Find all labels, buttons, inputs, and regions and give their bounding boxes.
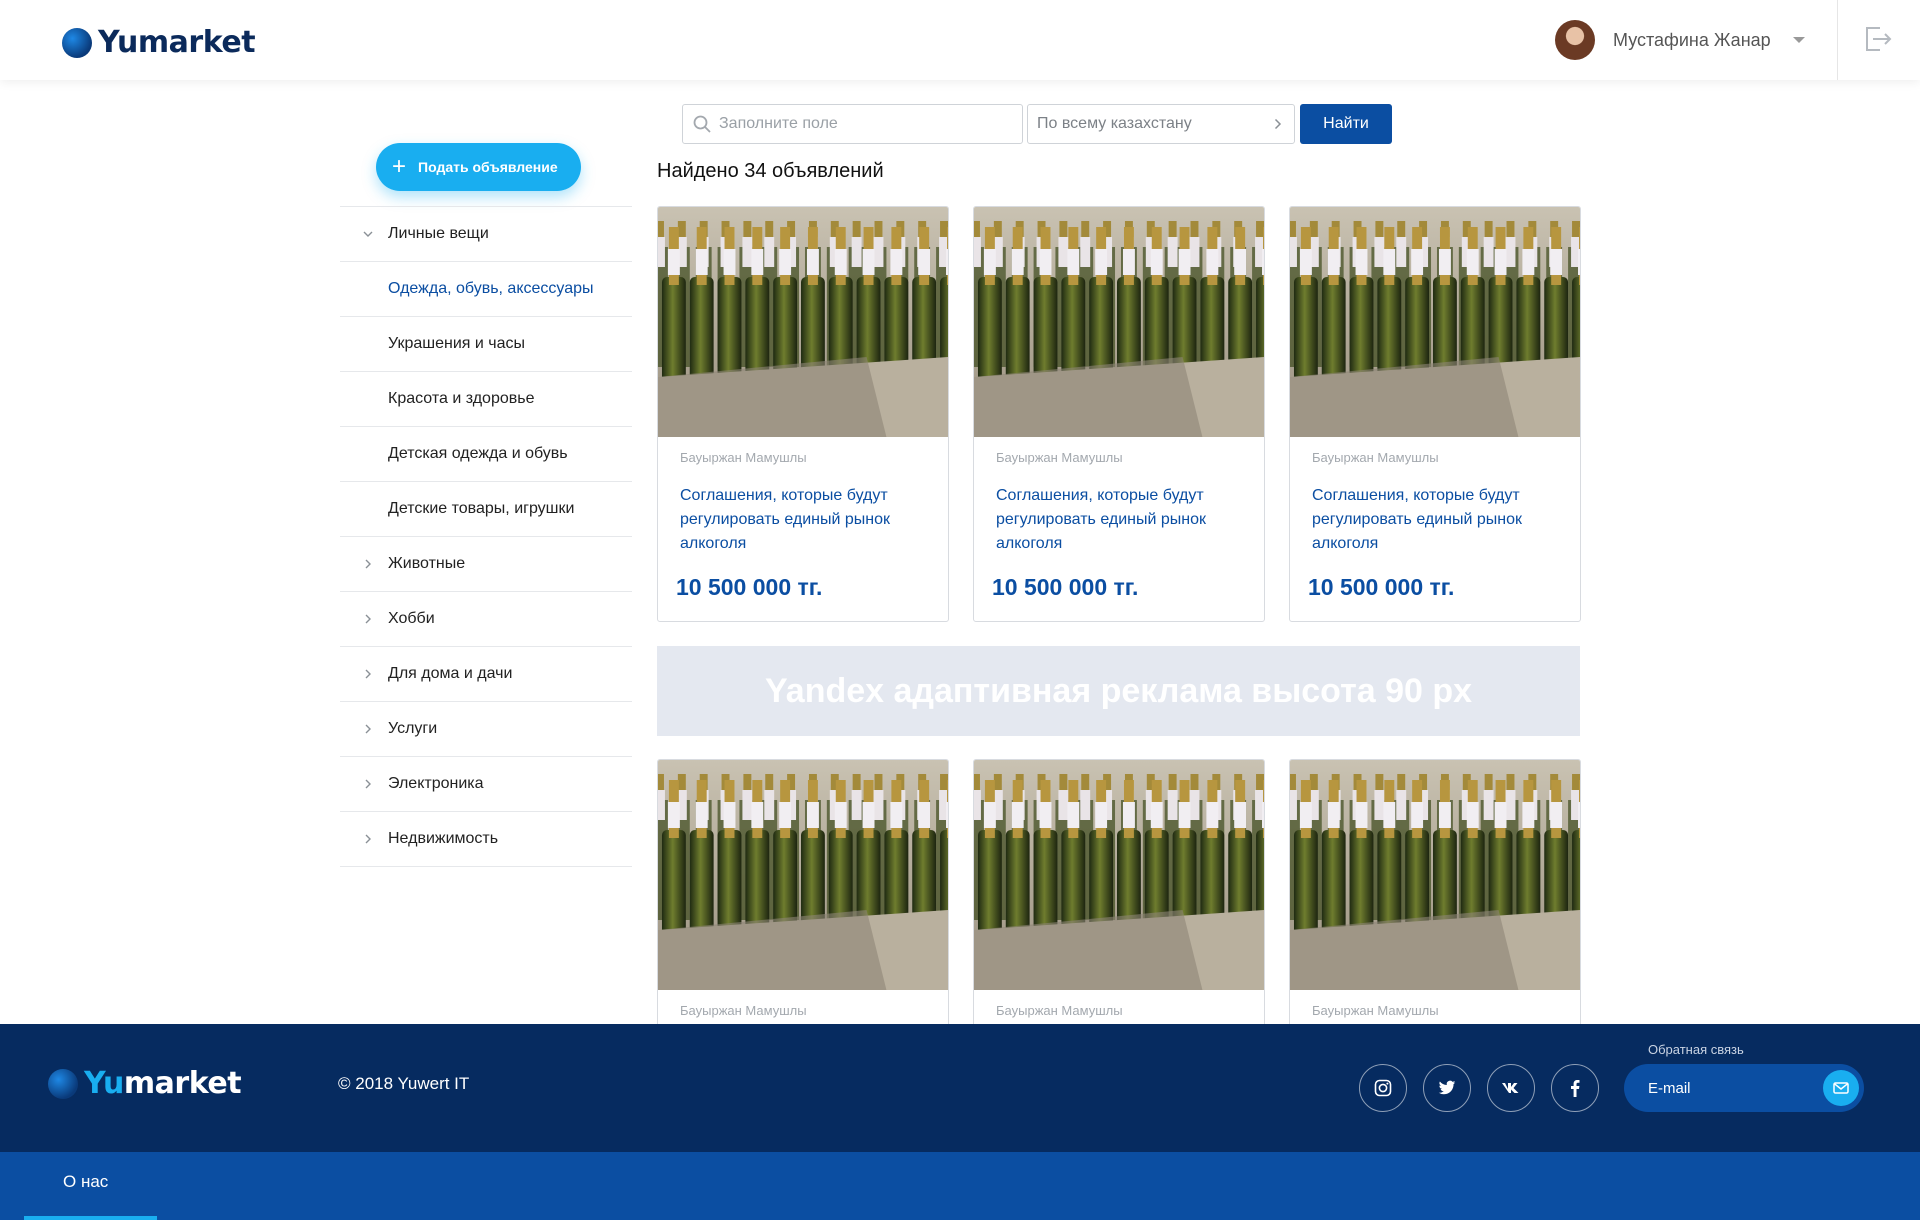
category-item[interactable]: Украшения и часы (340, 317, 632, 372)
email-placeholder: E-mail (1648, 1079, 1691, 1097)
avatar[interactable] (1555, 20, 1595, 60)
listing-seller: Бауыржан Мамушлы (1312, 1003, 1439, 1018)
category-list: Личные вещи Одежда, обувь, аксессуары Укра… (340, 206, 632, 867)
user-name[interactable]: Мустафина Жанар (1613, 30, 1771, 51)
chevron-right-icon (365, 614, 371, 624)
chevron-right-icon (1274, 118, 1282, 130)
listing-price: 10 500 000 тг. (1308, 574, 1455, 600)
send-email-button[interactable] (1823, 1070, 1859, 1106)
header-divider (1837, 0, 1838, 80)
add-listing-button[interactable]: + Подать объявление (376, 143, 581, 191)
listing-price: 10 500 000 тг. (676, 574, 823, 600)
category-item[interactable]: Услуги (340, 702, 632, 757)
logo-mark-icon (62, 27, 92, 58)
category-item[interactable]: Детские товары, игрушки (340, 482, 632, 537)
vk-button[interactable] (1487, 1064, 1535, 1112)
category-label: Хобби (388, 610, 435, 627)
footer: Yumarket © 2018 Yuwert IT Обратная связь… (0, 1024, 1920, 1152)
add-listing-label: Подать объявление (418, 159, 558, 175)
caret-down-icon[interactable] (1792, 37, 1805, 43)
category-label: Животные (388, 555, 466, 572)
plus-icon: + (392, 153, 407, 180)
twitter-icon (1438, 1080, 1456, 1095)
ad-banner[interactable]: Yandex адаптивная реклама высота 90 px (657, 646, 1580, 736)
region-select[interactable]: По всему казахстану (1027, 104, 1295, 144)
category-item[interactable]: Недвижимость (340, 812, 632, 867)
active-nav-indicator (24, 1216, 157, 1220)
category-item[interactable]: Красота и здоровье (340, 372, 632, 427)
top-header: Yumarket Мустафина Жанар (0, 0, 1920, 80)
category-label: Электроника (388, 775, 484, 792)
listing-title[interactable]: Соглашения, которые будут регулировать е… (1312, 484, 1557, 556)
listing-seller: Бауыржан Мамушлы (680, 450, 807, 465)
feedback-label: Обратная связь (1648, 1042, 1744, 1057)
listing-image[interactable] (658, 760, 948, 990)
nav-about-link[interactable]: О нас (63, 1172, 108, 1192)
search-input[interactable] (719, 115, 999, 133)
listing-card[interactable]: Бауыржан Мамушлы Соглашения, которые буду… (657, 206, 949, 622)
footer-logo-text: Yumarket (84, 1066, 242, 1101)
listing-seller: Бауыржан Мамушлы (996, 1003, 1123, 1018)
listing-price: 10 500 000 тг. (992, 574, 1139, 600)
listing-image[interactable] (658, 207, 948, 437)
facebook-button[interactable] (1551, 1064, 1599, 1112)
search-icon (693, 115, 711, 133)
category-label: Услуги (388, 720, 438, 737)
listing-image[interactable] (974, 207, 1264, 437)
chevron-down-icon (363, 231, 373, 237)
listing-seller: Бауыржан Мамушлы (680, 1003, 807, 1018)
category-label: Для дома и дачи (388, 665, 513, 682)
category-item[interactable]: Одежда, обувь, аксессуары (340, 262, 632, 317)
chevron-right-icon (365, 834, 371, 844)
footer-logo-rest: market (123, 1066, 242, 1101)
category-item[interactable]: Для дома и дачи (340, 647, 632, 702)
category-item[interactable]: Животные (340, 537, 632, 592)
facebook-icon (1571, 1080, 1580, 1097)
logout-icon[interactable] (1864, 26, 1892, 52)
mail-icon (1833, 1082, 1849, 1094)
copyright: © 2018 Yuwert IT (338, 1074, 470, 1093)
category-label: Украшения и часы (388, 335, 525, 352)
category-label: Одежда, обувь, аксессуары (388, 280, 594, 297)
search-field[interactable] (682, 104, 1023, 144)
footer-nav: О нас (0, 1152, 1920, 1220)
region-select-value: По всему казахстану (1037, 115, 1192, 132)
category-label: Недвижимость (388, 830, 499, 847)
twitter-button[interactable] (1423, 1064, 1471, 1112)
category-item[interactable]: Хобби (340, 592, 632, 647)
category-item[interactable]: Детская одежда и обувь (340, 427, 632, 482)
chevron-right-icon (365, 559, 371, 569)
footer-logo-yu: Yu (84, 1066, 124, 1101)
vk-icon (1502, 1083, 1519, 1093)
results-count: Найдено 34 объявлений (657, 160, 884, 182)
listing-image[interactable] (1290, 760, 1580, 990)
category-label: Детская одежда и обувь (388, 445, 568, 462)
listing-seller: Бауыржан Мамушлы (996, 450, 1123, 465)
listing-image[interactable] (974, 760, 1264, 990)
chevron-right-icon (365, 669, 371, 679)
category-label: Детские товары, игрушки (388, 500, 575, 517)
feedback-email-input[interactable]: E-mail (1624, 1064, 1864, 1112)
listing-image[interactable] (1290, 207, 1580, 437)
chevron-right-icon (365, 779, 371, 789)
find-button[interactable]: Найти (1300, 104, 1392, 144)
footer-logo[interactable]: Yumarket (48, 1066, 242, 1101)
listing-card[interactable]: Бауыржан Мамушлы Соглашения, которые буду… (973, 206, 1265, 622)
listing-seller: Бауыржан Мамушлы (1312, 450, 1439, 465)
category-item[interactable]: Электроника (340, 757, 632, 812)
listing-title[interactable]: Соглашения, которые будут регулировать е… (996, 484, 1241, 556)
instagram-button[interactable] (1359, 1064, 1407, 1112)
category-label: Личные вещи (388, 225, 489, 242)
logo-mark-icon (48, 1068, 78, 1099)
chevron-right-icon (365, 724, 371, 734)
logo-text: Yumarket (98, 25, 256, 60)
logo[interactable]: Yumarket (62, 25, 256, 60)
instagram-icon (1374, 1079, 1392, 1097)
category-item[interactable]: Личные вещи (340, 207, 632, 262)
listing-card[interactable]: Бауыржан Мамушлы Соглашения, которые буду… (1289, 206, 1581, 622)
user-menu[interactable]: Мустафина Жанар (1555, 20, 1805, 60)
listing-title[interactable]: Соглашения, которые будут регулировать е… (680, 484, 925, 556)
category-label: Красота и здоровье (388, 390, 535, 407)
